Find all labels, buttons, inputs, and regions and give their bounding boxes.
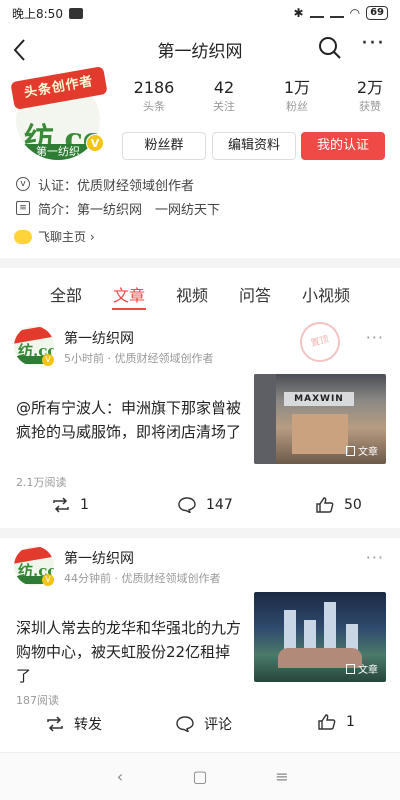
certification-label: 认证：: [38, 178, 78, 194]
post-meta: 44分钟前 · 优质财经领域创作者: [64, 572, 221, 585]
my-certification-button[interactable]: 我的认证: [301, 132, 385, 160]
avatar-subtitle: 第一纺织: [20, 144, 96, 160]
stat-label: 粉丝: [286, 100, 308, 113]
stat-following[interactable]: 42 关注: [194, 78, 254, 116]
wifi-icon: ◠: [349, 6, 361, 20]
thumbs-up-icon: [318, 714, 336, 730]
read-count: 187阅读: [16, 694, 59, 707]
article-type-tag: 文章: [346, 661, 378, 676]
intro-line: ≡ 简介： 第一纺织网 一网纺天下: [16, 198, 220, 218]
search-icon: [319, 37, 341, 59]
stat-label: 获赞: [359, 100, 381, 113]
verified-icon: V: [42, 354, 54, 366]
article-thumbnail[interactable]: MAXWIN 文章: [254, 374, 386, 464]
back-arrow-icon: [13, 39, 25, 61]
comment-button[interactable]: 147: [178, 497, 233, 513]
certification-line: v 认证： 优质财经领域创作者: [16, 174, 194, 194]
certification-icon: v: [16, 177, 30, 191]
stat-followers[interactable]: 1万 粉丝: [267, 78, 327, 116]
tab-short-videos[interactable]: 小视频: [302, 282, 350, 306]
fans-group-button[interactable]: 粉丝群: [122, 132, 206, 160]
share-button[interactable]: 转发: [46, 714, 102, 734]
feiliao-label: 飞聊主页 ›: [38, 230, 95, 244]
card-more-button[interactable]: ···: [366, 328, 384, 347]
article-headline[interactable]: @所有宁波人：申洲旗下那家曾被疯抢的马威服饰，即将闭店清场了: [16, 396, 244, 444]
stat-label: 关注: [213, 100, 235, 113]
intro-text: 第一纺织网 一网纺天下: [77, 202, 221, 218]
share-icon: [53, 497, 69, 513]
verified-icon: V: [42, 574, 54, 586]
stat-likes[interactable]: 2万 获赞: [340, 78, 400, 116]
tab-qa[interactable]: 问答: [239, 282, 271, 306]
verified-icon: V: [86, 134, 104, 152]
status-bar: 晚上8:50 ✱ ◠ 69: [0, 0, 400, 26]
tab-all[interactable]: 全部: [50, 282, 82, 306]
edit-profile-button[interactable]: 编辑资料: [212, 132, 296, 160]
like-button[interactable]: 50: [316, 497, 362, 513]
article-thumbnail[interactable]: 文章: [254, 592, 386, 682]
comment-button[interactable]: 评论: [176, 714, 232, 734]
section-divider: [0, 258, 400, 268]
profile-stats: 2186 头条 42 关注 1万 粉丝 2万 获赞: [124, 78, 394, 118]
comment-icon: [178, 497, 196, 513]
article-type-tag: 文章: [346, 443, 378, 458]
author-name[interactable]: 第一纺织网: [64, 328, 134, 348]
like-button[interactable]: 1: [318, 714, 355, 730]
system-back-button[interactable]: ‹: [110, 767, 130, 787]
content-tabs: 全部 文章 视频 问答 小视频: [0, 272, 400, 312]
comment-count: 147: [206, 497, 233, 513]
store-sign: MAXWIN: [284, 392, 354, 406]
intro-icon: ≡: [16, 201, 30, 215]
article-headline[interactable]: 深圳人常去的龙华和华强北的九方购物中心，被天虹股份22亿租掉了: [16, 616, 244, 688]
stat-posts[interactable]: 2186 头条: [124, 78, 184, 116]
more-menu-button[interactable]: ···: [360, 31, 386, 60]
feed-card[interactable]: 纺.co V 第一纺织网 5小时前 · 优质财经领域创作者 置顶 ··· @所有…: [0, 317, 400, 518]
active-tab-indicator: [112, 308, 146, 310]
battery-indicator: 69: [366, 6, 388, 20]
stat-label: 头条: [143, 100, 165, 113]
top-nav-bar: 第一纺织网 ···: [0, 26, 400, 72]
comment-label: 评论: [204, 717, 232, 733]
comment-icon: [176, 716, 194, 732]
feed-card[interactable]: 纺.co V 第一纺织网 44分钟前 · 优质财经领域创作者 ··· 深圳人常去…: [0, 542, 400, 742]
share-label: 转发: [74, 717, 102, 733]
stat-value: 2186: [133, 78, 175, 97]
search-button[interactable]: [318, 36, 344, 62]
share-button[interactable]: 1: [52, 497, 89, 513]
stat-value: 1万: [283, 78, 311, 97]
read-count: 2.1万阅读: [16, 476, 67, 489]
system-navigation-bar: ‹ ▢ ≡: [0, 752, 400, 800]
more-dots-icon: ···: [361, 31, 385, 56]
author-name[interactable]: 第一纺织网: [64, 548, 134, 568]
certification-text: 优质财经领域创作者: [77, 178, 195, 194]
like-count: 50: [344, 497, 362, 513]
notification-app-icon: [68, 7, 83, 19]
share-count: 1: [80, 497, 89, 513]
pinned-stamp: 置顶: [295, 317, 345, 367]
share-icon: [47, 716, 63, 732]
profile-avatar[interactable]: 纺.co 第一纺织 头条创作者 V: [10, 66, 108, 160]
signal-icon-2: [329, 8, 344, 18]
tab-videos[interactable]: 视频: [176, 282, 208, 306]
tab-articles[interactable]: 文章: [113, 282, 145, 306]
status-time: 晚上8:50: [12, 6, 63, 21]
card-more-button[interactable]: ···: [366, 548, 384, 567]
system-menu-button[interactable]: ≡: [272, 767, 292, 787]
feiliao-icon: [14, 229, 32, 244]
card-divider: [0, 528, 400, 538]
status-right: ✱ ◠ 69: [294, 6, 388, 20]
feiliao-homepage-link[interactable]: 飞聊主页 ›: [14, 228, 95, 245]
thumbs-up-icon: [316, 497, 334, 513]
stat-value: 42: [213, 78, 235, 97]
system-home-button[interactable]: ▢: [190, 767, 210, 787]
intro-label: 简介：: [38, 202, 78, 218]
stat-value: 2万: [356, 78, 384, 97]
like-count: 1: [346, 714, 355, 730]
signal-icon: [309, 8, 324, 18]
back-button[interactable]: [12, 34, 40, 64]
post-meta: 5小时前 · 优质财经领域创作者: [64, 352, 214, 365]
bluetooth-icon: ✱: [293, 6, 304, 20]
